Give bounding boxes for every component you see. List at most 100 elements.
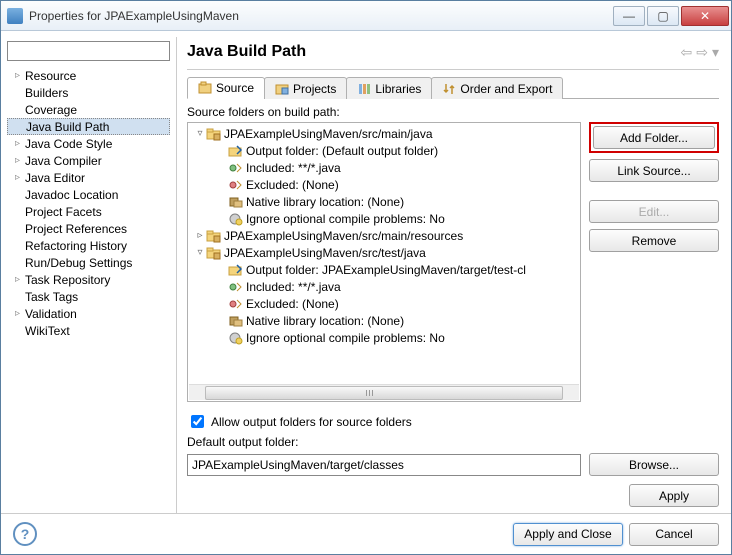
sidebar-item-java-code-style[interactable]: ▹Java Code Style <box>7 135 170 152</box>
window-title: Properties for JPAExampleUsingMaven <box>29 9 613 23</box>
tree-node[interactable]: Excluded: (None) <box>188 176 580 193</box>
tree-node[interactable]: ▹JPAExampleUsingMaven/src/main/resources <box>188 227 580 244</box>
minimize-button[interactable]: — <box>613 6 645 26</box>
sidebar-item-javadoc-location[interactable]: Javadoc Location <box>7 186 170 203</box>
tab-source[interactable]: Source <box>187 77 265 99</box>
sidebar-item-project-references[interactable]: Project References <box>7 220 170 237</box>
tree-node-label: Ignore optional compile problems: No <box>246 212 445 226</box>
tree-node[interactable]: Native library location: (None) <box>188 193 580 210</box>
h-scrollbar[interactable] <box>189 384 579 400</box>
sidebar-item-label: Project Facets <box>25 205 102 219</box>
pkg-icon <box>206 229 222 243</box>
tree-node-label: Included: **/*.java <box>246 161 341 175</box>
tab-order-and-export[interactable]: Order and Export <box>431 77 563 99</box>
browse-button[interactable]: Browse... <box>589 453 719 476</box>
app-icon <box>7 8 23 24</box>
expand-icon: ▹ <box>15 172 25 183</box>
sidebar-item-label: Validation <box>25 307 77 321</box>
expand-icon: ▹ <box>15 308 25 319</box>
sidebar-item-label: Java Compiler <box>25 154 102 168</box>
tab-libraries[interactable]: Libraries <box>346 77 432 99</box>
sidebar-item-coverage[interactable]: Coverage <box>7 101 170 118</box>
sidebar-item-label: Refactoring History <box>25 239 127 253</box>
help-icon[interactable]: ? <box>13 522 37 546</box>
inc-icon <box>228 161 244 175</box>
expand-icon: ▿ <box>194 128 206 139</box>
inc-icon <box>228 280 244 294</box>
apply-and-close-button[interactable]: Apply and Close <box>513 523 623 546</box>
ign-icon <box>228 331 244 345</box>
category-sidebar: ▹Resource Builders Coverage Java Build Path… <box>1 37 177 513</box>
sidebar-item-java-editor[interactable]: ▹Java Editor <box>7 169 170 186</box>
sidebar-item-java-compiler[interactable]: ▹Java Compiler <box>7 152 170 169</box>
tree-node-label: Output folder: (Default output folder) <box>246 144 438 158</box>
expand-icon: ▹ <box>15 138 25 149</box>
tree-node-label: Ignore optional compile problems: No <box>246 331 445 345</box>
sidebar-item-java-build-path[interactable]: Java Build Path <box>7 118 170 135</box>
expand-icon: ▹ <box>194 230 206 241</box>
add-folder-button[interactable]: Add Folder... <box>593 126 715 149</box>
maximize-button[interactable]: ▢ <box>647 6 679 26</box>
tree-node[interactable]: Native library location: (None) <box>188 312 580 329</box>
tree-node[interactable]: Ignore optional compile problems: No <box>188 210 580 227</box>
tree-node-label: Output folder: JPAExampleUsingMaven/targ… <box>246 263 526 277</box>
properties-dialog: Properties for JPAExampleUsingMaven — ▢ … <box>0 0 732 555</box>
nav-arrows: ⇦ ⇨ ▾ <box>681 44 720 61</box>
cancel-button[interactable]: Cancel <box>629 523 719 546</box>
tree-node-label: Native library location: (None) <box>246 195 404 209</box>
out-icon <box>228 144 244 158</box>
tree-node[interactable]: ▿JPAExampleUsingMaven/src/test/java <box>188 244 580 261</box>
tree-node[interactable]: Included: **/*.java <box>188 159 580 176</box>
source-caption: Source folders on build path: <box>187 105 719 119</box>
sidebar-item-label: Run/Debug Settings <box>25 256 132 270</box>
sidebar-item-task-repository[interactable]: ▹Task Repository <box>7 271 170 288</box>
sidebar-item-label: WikiText <box>25 324 70 338</box>
sidebar-item-validation[interactable]: ▹Validation <box>7 305 170 322</box>
sidebar-item-label: Coverage <box>25 103 77 117</box>
page-title: Java Build Path <box>187 43 306 61</box>
tree-node-label: JPAExampleUsingMaven/src/main/java <box>224 127 433 141</box>
pkg-icon <box>206 127 222 141</box>
nav-fwd-icon[interactable]: ⇨ <box>696 44 708 61</box>
expand-icon: ▿ <box>194 247 206 258</box>
tree-node-label: Excluded: (None) <box>246 297 339 311</box>
tab-label: Order and Export <box>460 82 552 96</box>
sidebar-item-resource[interactable]: ▹Resource <box>7 67 170 84</box>
default-output-input[interactable] <box>187 454 581 476</box>
add-folder-highlight: Add Folder... <box>589 122 719 153</box>
sidebar-item-project-facets[interactable]: Project Facets <box>7 203 170 220</box>
tree-node[interactable]: Output folder: JPAExampleUsingMaven/targ… <box>188 261 580 278</box>
sidebar-item-builders[interactable]: Builders <box>7 84 170 101</box>
sidebar-item-label: Builders <box>25 86 68 100</box>
exc-icon <box>228 178 244 192</box>
remove-button[interactable]: Remove <box>589 229 719 252</box>
sidebar-item-run-debug-settings[interactable]: Run/Debug Settings <box>7 254 170 271</box>
allow-output-checkbox[interactable] <box>191 415 204 428</box>
sidebar-item-label: Java Editor <box>25 171 85 185</box>
projects-icon <box>275 82 289 96</box>
sidebar-item-refactoring-history[interactable]: Refactoring History <box>7 237 170 254</box>
tree-node[interactable]: ▿ JPAExampleUsingMaven/src/main/java <box>188 125 580 142</box>
sidebar-item-label: Java Build Path <box>26 120 109 134</box>
apply-button[interactable]: Apply <box>629 484 719 507</box>
out-icon <box>228 263 244 277</box>
filter-input[interactable] <box>7 41 170 61</box>
sidebar-item-label: Project References <box>25 222 127 236</box>
tab-projects[interactable]: Projects <box>264 77 347 99</box>
sidebar-item-wikitext[interactable]: WikiText <box>7 322 170 339</box>
ign-icon <box>228 212 244 226</box>
tree-node[interactable]: Included: **/*.java <box>188 278 580 295</box>
sidebar-item-task-tags[interactable]: Task Tags <box>7 288 170 305</box>
exc-icon <box>228 297 244 311</box>
close-button[interactable]: ✕ <box>681 6 729 26</box>
link-source-button[interactable]: Link Source... <box>589 159 719 182</box>
allow-output-label: Allow output folders for source folders <box>211 415 412 429</box>
source-tree[interactable]: ▿ JPAExampleUsingMaven/src/main/java Outpu… <box>187 122 581 402</box>
nav-menu-icon[interactable]: ▾ <box>712 44 719 61</box>
tree-node[interactable]: Excluded: (None) <box>188 295 580 312</box>
tree-node[interactable]: Output folder: (Default output folder) <box>188 142 580 159</box>
tabstrip: SourceProjects Libraries Order and Export <box>187 76 719 99</box>
nav-back-icon[interactable]: ⇦ <box>681 44 693 61</box>
tree-node[interactable]: Ignore optional compile problems: No <box>188 329 580 346</box>
tab-label: Libraries <box>375 82 421 96</box>
